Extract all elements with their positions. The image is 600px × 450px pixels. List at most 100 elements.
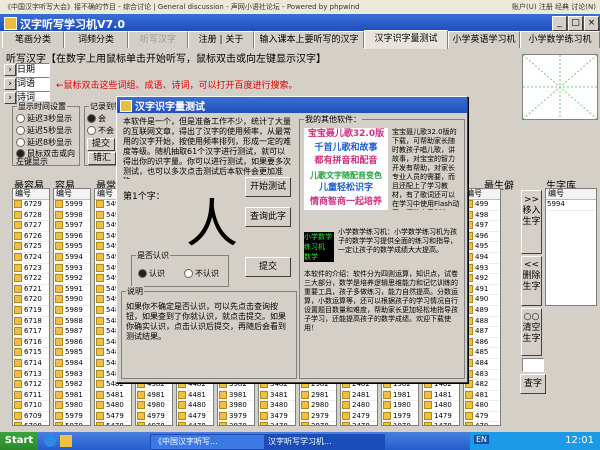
close-icon[interactable]: × — [584, 16, 599, 31]
list-item[interactable]: 4479 — [177, 411, 213, 423]
list-item[interactable]: 6708 — [13, 422, 49, 425]
list-item[interactable]: 496 — [464, 231, 500, 243]
list-item[interactable]: 6712 — [13, 380, 49, 391]
list-item[interactable]: 2980 — [300, 401, 336, 412]
list-item[interactable]: 3979 — [218, 411, 254, 423]
list-item[interactable]: 479 — [464, 411, 500, 423]
list-item[interactable]: 480 — [464, 401, 500, 412]
list-item[interactable]: 492 — [464, 274, 500, 285]
difficulty-column[interactable]: 编号 6729 6728 6727 6726 6725 6724 6723 6722 6721 67… — [12, 188, 50, 426]
list-item[interactable]: 6728 — [13, 210, 49, 222]
list-item[interactable]: 5995 — [54, 242, 90, 253]
delay-3s-option[interactable]: 延迟3秒显示 — [16, 113, 72, 124]
list-item[interactable]: 6720 — [13, 295, 49, 306]
tab-literacy-test[interactable]: 汉字识字量测试 — [364, 30, 448, 49]
tab-math[interactable]: 小学数学练习机 — [520, 31, 600, 48]
submit-button[interactable]: 提交 — [245, 257, 291, 277]
list-item[interactable]: 6710 — [13, 401, 49, 412]
tab-dictation[interactable]: 听写汉字 — [128, 31, 188, 48]
list-item[interactable]: 5981 — [54, 390, 90, 402]
list-item[interactable]: 6724 — [13, 252, 49, 264]
list-item[interactable]: 493 — [464, 263, 500, 275]
list-item[interactable]: 3980 — [218, 401, 254, 412]
writing-grid[interactable] — [522, 54, 598, 120]
list-item[interactable]: 3981 — [218, 390, 254, 402]
recognize-no-option[interactable]: 不认识 — [184, 268, 219, 279]
start-test-button[interactable]: 开始测试 — [245, 177, 291, 197]
start-button[interactable]: Start — [0, 432, 38, 450]
list-item[interactable]: 6709 — [13, 411, 49, 423]
list-item[interactable]: 5990 — [54, 295, 90, 306]
list-item[interactable]: 5992 — [54, 274, 90, 285]
list-item[interactable]: 1979 — [382, 411, 418, 423]
list-item[interactable]: 5994 — [546, 200, 596, 211]
list-item[interactable]: 1981 — [382, 390, 418, 402]
list-item[interactable]: 2480 — [341, 401, 377, 412]
browser-menu-account[interactable]: 账户(U) — [512, 3, 537, 11]
task-browser[interactable]: 《中国汉字听写... — [150, 434, 265, 450]
list-item[interactable]: 4481 — [177, 390, 213, 402]
words-field[interactable]: 词语 — [16, 77, 50, 91]
list-item[interactable]: 497 — [464, 221, 500, 232]
list-item[interactable]: 486 — [464, 337, 500, 349]
list-item[interactable]: 2479 — [341, 411, 377, 423]
list-item[interactable]: 5989 — [54, 305, 90, 317]
list-item[interactable]: 483 — [464, 369, 500, 381]
list-item[interactable]: 5480 — [95, 401, 131, 412]
list-item[interactable]: 487 — [464, 327, 500, 338]
math-software-logo[interactable]: 小学数学练习机 数学 — [304, 232, 334, 262]
list-item[interactable]: 6711 — [13, 390, 49, 402]
list-item[interactable]: 6713 — [13, 369, 49, 381]
list-item[interactable]: 3478 — [259, 422, 295, 425]
list-item[interactable]: 5998 — [54, 210, 90, 222]
tab-english[interactable]: 小学英语学习机 — [448, 31, 520, 48]
list-item[interactable]: 6716 — [13, 337, 49, 349]
list-item[interactable]: 2981 — [300, 390, 336, 402]
list-item[interactable]: 6729 — [13, 200, 49, 211]
ie-icon[interactable] — [44, 435, 56, 447]
language-indicator[interactable]: EN — [474, 435, 490, 444]
list-item[interactable]: 491 — [464, 284, 500, 296]
browser-menu-register[interactable]: 注册 — [539, 3, 553, 11]
list-item[interactable]: 5986 — [54, 337, 90, 349]
list-item[interactable]: 5982 — [54, 380, 90, 391]
app-title-bar[interactable]: 汉字听写学习机V7.0 _ □ × — [0, 14, 600, 31]
list-item[interactable]: 1481 — [423, 390, 459, 402]
list-item[interactable]: 6718 — [13, 316, 49, 328]
list-item[interactable]: 5999 — [54, 200, 90, 211]
list-item[interactable]: 6714 — [13, 358, 49, 370]
list-item[interactable]: 489 — [464, 305, 500, 317]
list-item[interactable]: 5987 — [54, 327, 90, 338]
delay-8s-option[interactable]: 延迟8秒显示 — [16, 137, 72, 148]
list-item[interactable]: 6727 — [13, 221, 49, 232]
list-item[interactable]: 484 — [464, 358, 500, 370]
list-item[interactable]: 5983 — [54, 369, 90, 381]
list-item[interactable]: 6719 — [13, 305, 49, 317]
list-item[interactable]: 5980 — [54, 401, 90, 412]
delay-5s-option[interactable]: 延迟5秒显示 — [16, 125, 72, 136]
list-item[interactable]: 2978 — [300, 422, 336, 425]
difficulty-column[interactable]: 编号 5999 5998 5997 5996 5995 5994 5993 5992 5991 59… — [53, 188, 91, 426]
browser-menu[interactable]: 账户(U) 注册 经典 讨论(N) — [512, 2, 596, 12]
search-char-input[interactable] — [522, 358, 544, 372]
folder-icon[interactable] — [60, 435, 72, 447]
list-item[interactable]: 6721 — [13, 284, 49, 296]
list-item[interactable]: 3978 — [218, 422, 254, 425]
list-item[interactable]: 5478 — [95, 422, 131, 425]
list-item[interactable]: 3481 — [259, 390, 295, 402]
list-item[interactable]: 494 — [464, 252, 500, 264]
list-item[interactable]: 481 — [464, 390, 500, 402]
list-item[interactable]: 6715 — [13, 348, 49, 359]
list-item[interactable]: 5481 — [95, 390, 131, 402]
record-know-option[interactable]: 会 — [87, 113, 106, 124]
list-item[interactable]: 6725 — [13, 242, 49, 253]
list-item[interactable]: 1980 — [382, 401, 418, 412]
list-item[interactable]: 6726 — [13, 231, 49, 243]
list-item[interactable]: 485 — [464, 348, 500, 359]
record-not-know-option[interactable]: 不会 — [87, 125, 114, 136]
list-item[interactable]: 6722 — [13, 274, 49, 285]
list-item[interactable]: 5985 — [54, 348, 90, 359]
kids-song-ad[interactable]: 宝宝聂儿歌32.0版 千首儿歌和故事 都有拼音和配音 儿歌文字随配音变色 儿童轻… — [304, 128, 388, 210]
list-item[interactable]: 1480 — [423, 401, 459, 412]
list-item[interactable]: 478 — [464, 422, 500, 425]
